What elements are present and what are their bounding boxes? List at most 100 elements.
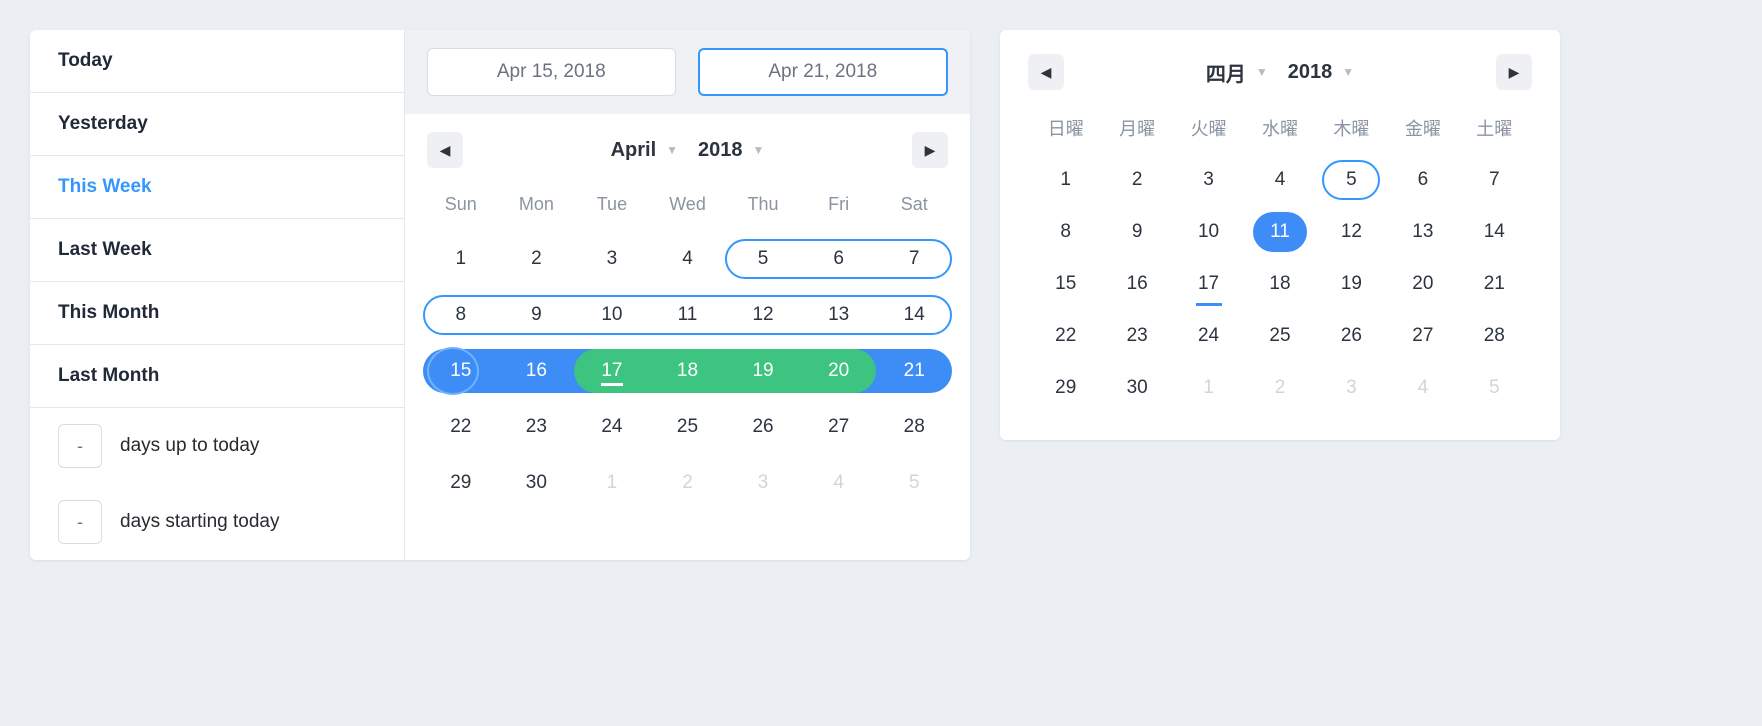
calendar-day[interactable]: 25 [1244, 310, 1315, 362]
year-label: 2018 [698, 139, 743, 162]
calendar-day[interactable]: 27 [801, 416, 877, 438]
year-dropdown[interactable]: 2018 ▼ [698, 139, 764, 162]
next-month-button[interactable]: ▶ [1496, 54, 1532, 90]
calendar-day[interactable]: 30 [499, 472, 575, 494]
calendar-day[interactable]: 22 [1030, 310, 1101, 362]
triangle-left-icon: ◀ [440, 142, 451, 159]
calendar-day[interactable]: 13 [801, 304, 877, 326]
calendar-day[interactable]: 16 [499, 360, 575, 382]
calendar-day[interactable]: 5 [1459, 362, 1530, 414]
relative-days-input[interactable] [58, 424, 102, 468]
calendar-day[interactable]: 12 [725, 304, 801, 326]
calendar-day[interactable]: 28 [1459, 310, 1530, 362]
calendar-day[interactable]: 8 [423, 304, 499, 326]
calendar-day[interactable]: 2 [650, 472, 726, 494]
week-row: 891011121314 [1030, 206, 1530, 258]
calendar-day[interactable]: 3 [1316, 362, 1387, 414]
calendar-day[interactable]: 23 [499, 416, 575, 438]
calendar-day[interactable]: 1 [423, 248, 499, 270]
calendar-day[interactable]: 19 [725, 360, 801, 382]
calendar-day[interactable]: 13 [1387, 206, 1458, 258]
preset-option[interactable]: This Month [30, 282, 404, 345]
preset-option[interactable]: Last Month [30, 345, 404, 408]
dow-label: 金曜 [1387, 115, 1458, 141]
calendar-day[interactable]: 20 [801, 360, 877, 382]
calendar-day[interactable]: 3 [574, 248, 650, 270]
calendar-day[interactable]: 15 [1030, 258, 1101, 310]
relative-days-label: days up to today [120, 435, 259, 457]
next-month-button[interactable]: ▶ [912, 132, 948, 168]
calendar-day[interactable]: 10 [574, 304, 650, 326]
month-dropdown[interactable]: 四月 ▼ [1206, 58, 1268, 87]
calendar-day[interactable]: 6 [801, 248, 877, 270]
preset-option[interactable]: This Week [30, 156, 404, 219]
calendar-day[interactable]: 11 [1244, 206, 1315, 258]
calendar-day[interactable]: 3 [1173, 154, 1244, 206]
preset-option[interactable]: Last Week [30, 219, 404, 282]
calendar-day[interactable]: 25 [650, 416, 726, 438]
calendar-day[interactable]: 30 [1101, 362, 1172, 414]
calendar-grid: SunMonTueWedThuFriSat1234567891011121314… [405, 176, 970, 537]
calendar-day[interactable]: 14 [1459, 206, 1530, 258]
calendar-day[interactable]: 4 [1387, 362, 1458, 414]
calendar-day[interactable]: 9 [1101, 206, 1172, 258]
calendar-day[interactable]: 29 [423, 472, 499, 494]
calendar-day[interactable]: 2 [499, 248, 575, 270]
calendar-day[interactable]: 15 [423, 360, 499, 382]
preset-option[interactable]: Yesterday [30, 93, 404, 156]
end-date-input[interactable]: Apr 21, 2018 [698, 48, 949, 96]
calendar-day[interactable]: 21 [1459, 258, 1530, 310]
calendar-day[interactable]: 21 [876, 360, 952, 382]
calendar-day[interactable]: 24 [574, 416, 650, 438]
calendar-day[interactable]: 6 [1387, 154, 1458, 206]
calendar-day[interactable]: 18 [1244, 258, 1315, 310]
calendar-day[interactable]: 3 [725, 472, 801, 494]
calendar-day[interactable]: 14 [876, 304, 952, 326]
year-dropdown[interactable]: 2018 ▼ [1288, 61, 1354, 84]
start-date-input[interactable]: Apr 15, 2018 [427, 48, 676, 96]
calendar-day[interactable]: 5 [876, 472, 952, 494]
triangle-right-icon: ▶ [1509, 64, 1520, 81]
calendar-day[interactable]: 7 [1459, 154, 1530, 206]
calendar-day[interactable]: 23 [1101, 310, 1172, 362]
calendar-day[interactable]: 4 [801, 472, 877, 494]
calendar-day[interactable]: 1 [574, 472, 650, 494]
week-row: 15161718192021 [1030, 258, 1530, 310]
calendar-day[interactable]: 10 [1173, 206, 1244, 258]
month-year-selectors: 四月 ▼ 2018 ▼ [1206, 58, 1354, 87]
calendar-day[interactable]: 27 [1387, 310, 1458, 362]
calendar-day[interactable]: 26 [1316, 310, 1387, 362]
calendar-day[interactable]: 17 [574, 360, 650, 382]
calendar-day[interactable]: 18 [650, 360, 726, 382]
calendar-day[interactable]: 4 [650, 248, 726, 270]
month-dropdown[interactable]: April ▼ [611, 139, 678, 162]
calendar-day[interactable]: 28 [876, 416, 952, 438]
prev-month-button[interactable]: ◀ [1028, 54, 1064, 90]
calendar-day[interactable]: 11 [650, 304, 726, 326]
calendar-day[interactable]: 1 [1173, 362, 1244, 414]
prev-month-button[interactable]: ◀ [427, 132, 463, 168]
preset-option[interactable]: Today [30, 30, 404, 93]
calendar-day[interactable]: 8 [1030, 206, 1101, 258]
relative-days-input[interactable] [58, 500, 102, 544]
calendar-day[interactable]: 1 [1030, 154, 1101, 206]
calendar-day[interactable]: 7 [876, 248, 952, 270]
calendar-day[interactable]: 20 [1387, 258, 1458, 310]
calendar-day[interactable]: 26 [725, 416, 801, 438]
calendar-day[interactable]: 24 [1173, 310, 1244, 362]
calendar-day[interactable]: 16 [1101, 258, 1172, 310]
calendar-day[interactable]: 5 [725, 248, 801, 270]
calendar-day[interactable]: 5 [1316, 154, 1387, 206]
calendar-day[interactable]: 9 [499, 304, 575, 326]
calendar-day[interactable]: 2 [1101, 154, 1172, 206]
dow-label: Sat [876, 194, 952, 215]
calendar-day[interactable]: 19 [1316, 258, 1387, 310]
calendar-day[interactable]: 12 [1316, 206, 1387, 258]
calendar-day[interactable]: 4 [1244, 154, 1315, 206]
calendar-side: Apr 15, 2018 Apr 21, 2018 ◀ April ▼ 2018… [405, 30, 970, 560]
calendar-day[interactable]: 17 [1173, 258, 1244, 310]
calendar-grid: 日曜月曜火曜水曜木曜金曜土曜12345678910111213141516171… [1010, 96, 1550, 420]
calendar-day[interactable]: 29 [1030, 362, 1101, 414]
calendar-day[interactable]: 22 [423, 416, 499, 438]
calendar-day[interactable]: 2 [1244, 362, 1315, 414]
